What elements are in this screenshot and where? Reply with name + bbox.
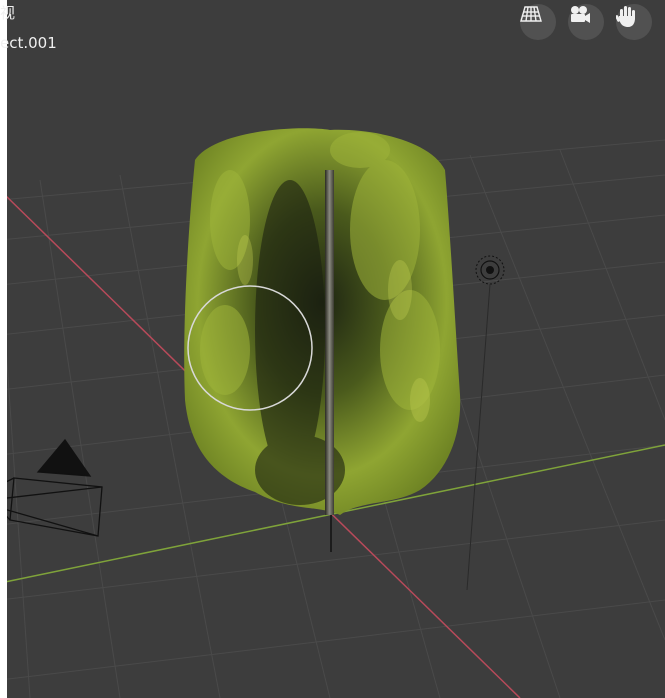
willow-tree[interactable] [184,128,461,552]
grid-view-icon [520,6,542,22]
hand-pan-button[interactable] [616,4,652,40]
camera-view-button[interactable] [568,4,604,40]
left-edge-strip [0,0,7,698]
viewport-header-label: 视 [0,4,16,22]
hand-pan-icon [616,6,635,27]
viewport-scene[interactable] [0,0,665,698]
camera-view-icon [571,6,590,23]
tree-trunk [325,170,334,515]
3d-viewport[interactable]: 视 ect.001 [0,0,665,698]
grid-view-button[interactable] [520,4,556,40]
active-object-name: ect.001 [0,34,57,52]
